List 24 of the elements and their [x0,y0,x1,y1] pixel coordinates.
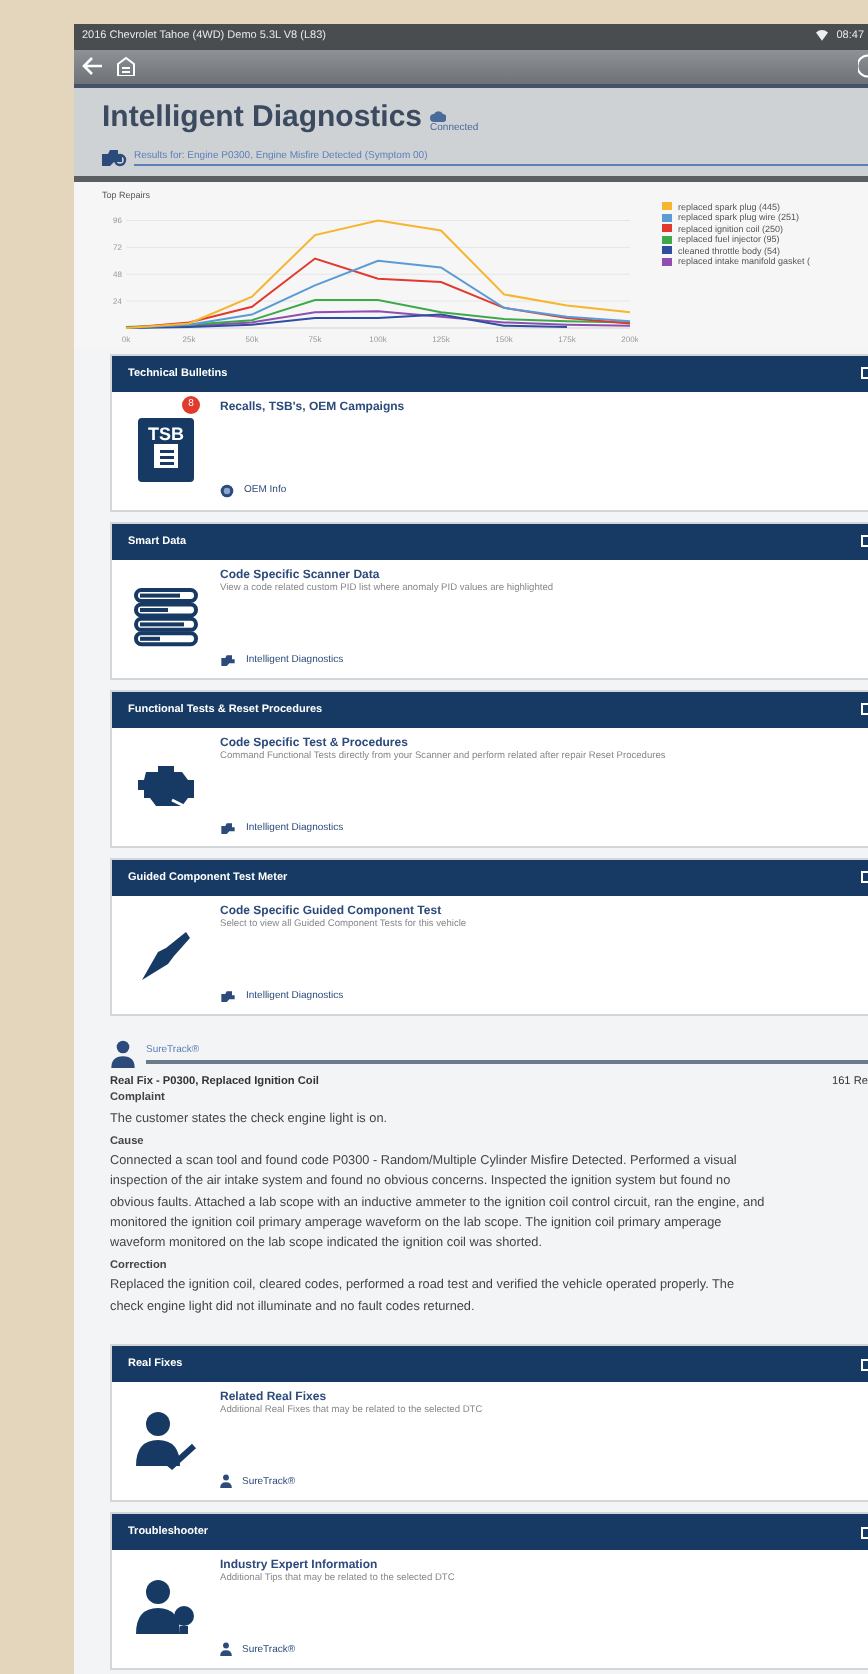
globe-icon [220,483,234,498]
person-icon [220,1474,232,1488]
cloud-icon [430,109,447,122]
expand-icon [860,870,868,885]
expand-icon [860,534,868,549]
page-title: Intelligent Diagnostics [102,99,423,134]
person-check-icon [134,1410,198,1470]
engine-search-icon [220,989,236,1002]
home-icon[interactable] [116,56,136,77]
document-icon [152,443,180,468]
wifi-icon [816,30,829,43]
icon-label: TSB [148,423,184,444]
person-icon [110,1039,136,1068]
expand-icon [860,702,868,717]
engine-search-icon [220,653,236,666]
expand-icon [860,1525,868,1539]
expand-icon [860,1357,868,1371]
engine-search-icon [220,821,236,834]
back-arrow-icon[interactable] [82,56,104,77]
expand-icon [860,366,868,381]
person-bulb-icon [134,1578,198,1638]
engine-search-icon [102,147,128,168]
person-icon [220,1642,232,1656]
data-list-icon [134,587,198,648]
